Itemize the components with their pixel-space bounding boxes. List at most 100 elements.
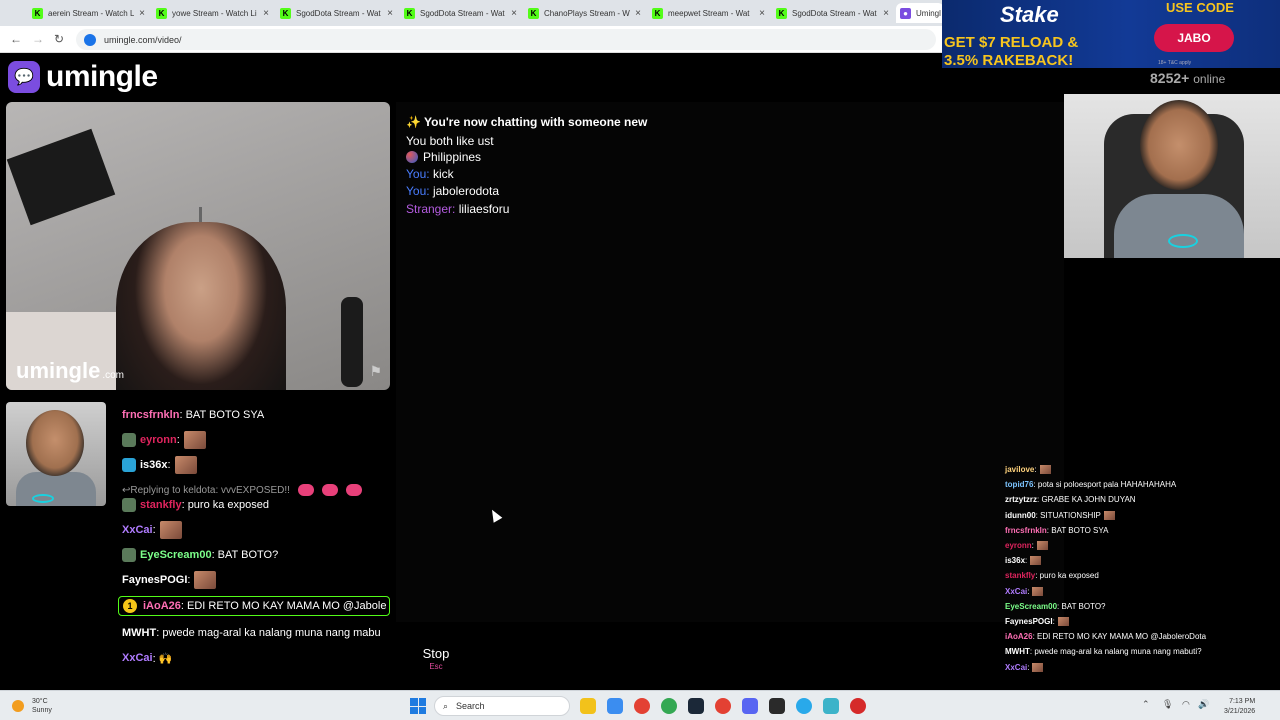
chat-row: is36x: — [1005, 553, 1042, 568]
tab-title: ChanoPlays Stream - W — [544, 8, 630, 18]
close-icon[interactable]: × — [759, 8, 765, 19]
close-icon[interactable]: × — [139, 8, 145, 19]
close-icon[interactable]: × — [883, 8, 889, 19]
avatar — [122, 458, 136, 472]
video-watermark: umingle .com — [16, 358, 125, 383]
reload-icon[interactable]: ↻ — [54, 32, 64, 46]
close-icon[interactable]: × — [635, 8, 641, 19]
discord-icon[interactable] — [742, 698, 758, 714]
windows-start-icon[interactable] — [410, 698, 426, 714]
close-icon[interactable]: × — [387, 8, 393, 19]
emote — [345, 484, 362, 496]
avatar — [122, 548, 136, 562]
site-logo[interactable]: 💬 umingle — [8, 60, 158, 94]
chrome-icon[interactable] — [634, 698, 650, 714]
tv-shape — [6, 128, 116, 226]
tab-title: yowe Stream - Watch Li — [172, 8, 257, 18]
emote — [321, 484, 338, 496]
new-chat-notice: ✨ You're now chatting with someone new — [406, 115, 648, 129]
chat-row: eyronn: — [122, 430, 206, 450]
chat-bubble-icon: 💬 — [8, 61, 40, 93]
chat-row: frncsfrnkln: BAT BOTO SYA — [122, 409, 265, 421]
chat-row: iAoA26: EDI RETO MO KAY MAMA MO @Jaboler… — [1005, 632, 1207, 642]
url-text: umingle.com/video/ — [104, 34, 182, 45]
report-flag-icon[interactable]: ⚑ — [369, 363, 382, 380]
browser-tab-active[interactable]: ● Umingl — [896, 3, 944, 23]
stop-button[interactable]: Stop Esc — [396, 632, 476, 684]
chat-row: zrtzytzrz: GRABE KA JOHN DUYAN — [1005, 495, 1136, 505]
file-explorer-icon[interactable] — [580, 698, 596, 714]
reply-icon: ↩ — [122, 484, 131, 496]
url-field[interactable]: umingle.com/video/ — [76, 29, 936, 50]
headset-light — [1168, 234, 1198, 248]
clock[interactable]: 7:13 PM 3/21/2026 — [1224, 697, 1255, 717]
avatar — [122, 433, 136, 447]
streamer-head — [1140, 100, 1218, 190]
chat-row: stankfly: puro ka exposed — [122, 495, 269, 515]
chat-row: XxCai: 🙌 — [122, 652, 173, 665]
emote — [174, 456, 197, 474]
chat-row: eyronn: — [1005, 538, 1048, 553]
streamer-body — [1114, 194, 1244, 258]
site-info-icon[interactable] — [84, 33, 96, 46]
self-body — [16, 472, 96, 506]
kick-icon: K — [528, 7, 539, 19]
wifi-icon[interactable]: ◠ — [1182, 699, 1190, 710]
back-arrow-icon[interactable]: ← — [10, 32, 22, 46]
chat-row: javilove: — [1005, 462, 1051, 477]
chat-row: MWHT: pwede mag-aral ka nalang muna nang… — [1005, 647, 1202, 657]
telegram-icon[interactable] — [796, 698, 812, 714]
coin-icon: 1 — [123, 599, 137, 613]
emote — [1036, 541, 1048, 550]
tab-title: SgodDota Stream - Wat — [420, 8, 505, 18]
stream-chat-left: frncsfrnkln: BAT BOTO SYA eyronn: is36x:… — [116, 397, 390, 684]
browser-tab[interactable]: Kaerein Stream - Watch L × — [28, 3, 150, 23]
chat-row: XxCai: — [1005, 660, 1044, 675]
taskbar-search[interactable]: ⌕ Search — [434, 696, 570, 716]
umingle-icon: ● — [900, 7, 911, 19]
chrome-icon-2[interactable] — [661, 698, 677, 714]
avatar — [122, 498, 136, 512]
taskbar: 30°C Sunny ⌕ Search ⌃ 🎙 ◠ 🔊 7:13 PM 3/21/20… — [0, 690, 1280, 720]
volume-icon[interactable]: 🔊 — [1198, 699, 1209, 710]
app-icon-2[interactable] — [850, 698, 866, 714]
emote — [1032, 662, 1044, 672]
copilot-icon[interactable] — [607, 698, 623, 714]
ad-brand: Stake — [1000, 2, 1059, 27]
tab-title: SgodDota Stream - Wat — [296, 8, 381, 18]
chat-row: XxCai: — [122, 520, 182, 540]
close-icon[interactable]: × — [511, 8, 517, 19]
browser-tab[interactable]: Kyowe Stream - Watch Li × — [152, 3, 274, 23]
stop-key-hint: Esc — [429, 661, 443, 671]
close-icon[interactable]: × — [263, 8, 269, 19]
browser-tab[interactable]: K ChanoPlays Stream - W × — [524, 3, 646, 23]
browser-tab[interactable]: K SgodDota Stream - Wat × — [276, 3, 398, 23]
message-input[interactable] — [484, 632, 1064, 684]
emote — [1103, 510, 1115, 520]
stake-ad-banner[interactable]: Stake GET $7 RELOAD & 3.5% RAKEBACK! USE … — [942, 0, 1280, 68]
steam-icon[interactable] — [688, 698, 704, 714]
obs-icon[interactable] — [769, 698, 785, 714]
chat-row: stankfly: puro ka exposed — [1005, 571, 1099, 581]
microphone-icon[interactable]: 🎙 — [1162, 699, 1173, 710]
emote — [1030, 556, 1042, 566]
tab-title: SgodDota Stream - Wat — [792, 8, 877, 18]
chair-shape — [341, 297, 363, 387]
stop-label: Stop — [422, 645, 450, 661]
chevron-up-icon[interactable]: ⌃ — [1142, 699, 1150, 710]
self-head — [26, 410, 84, 476]
search-icon: ⌕ — [443, 700, 449, 711]
browser-tab[interactable]: K SgodDota Stream - Wat × — [400, 3, 522, 23]
browser-tab[interactable]: Kmeepwet Stream - Wat × — [648, 3, 770, 23]
tab-title: Umingl — [916, 8, 941, 18]
screen: Kaerein Stream - Watch L × Kyowe Stream -… — [0, 0, 1280, 720]
ad-headline: GET $7 RELOAD & 3.5% RAKEBACK! — [944, 34, 1079, 68]
chrome-icon-3[interactable] — [715, 698, 731, 714]
chat-row: EyeScream00: BAT BOTO? — [122, 545, 278, 565]
chat-row: FaynesPOGI: — [122, 570, 217, 590]
app-icon[interactable] — [823, 698, 839, 714]
browser-tab[interactable]: K SgodDota Stream - Wat × — [772, 3, 894, 23]
weather-widget[interactable]: 30°C Sunny — [12, 697, 52, 715]
ad-code-button[interactable]: JABO — [1154, 24, 1234, 52]
forward-arrow-icon[interactable]: → — [32, 32, 44, 46]
